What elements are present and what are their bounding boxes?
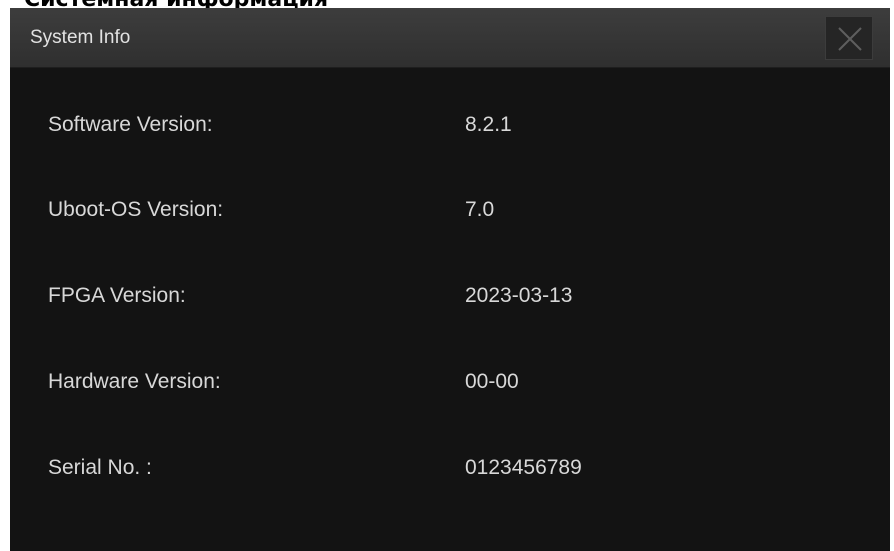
- uboot-os-version-value: 7.0: [465, 198, 495, 221]
- system-info-dialog: System Info Software Version: 8.2.1 Uboo…: [10, 8, 890, 551]
- serial-number-value: 0123456789: [465, 456, 582, 479]
- hardware-version-label: Hardware Version:: [48, 370, 221, 393]
- hardware-version-row: Hardware Version: 00-00: [10, 362, 890, 402]
- hardware-version-value: 00-00: [465, 370, 519, 393]
- uboot-os-version-row: Uboot-OS Version: 7.0: [10, 190, 890, 230]
- fpga-version-row: FPGA Version: 2023-03-13: [10, 276, 890, 316]
- software-version-value: 8.2.1: [465, 113, 512, 136]
- page: Системная информация System Info Softwar…: [0, 0, 894, 551]
- fpga-version-value: 2023-03-13: [465, 284, 573, 307]
- close-button[interactable]: [825, 16, 873, 60]
- serial-number-label: Serial No. :: [48, 456, 152, 479]
- dialog-titlebar: System Info: [10, 8, 890, 68]
- close-icon: [838, 27, 862, 51]
- software-version-row: Software Version: 8.2.1: [10, 105, 890, 145]
- software-version-label: Software Version:: [48, 113, 213, 136]
- dialog-title: System Info: [30, 27, 131, 48]
- serial-number-row: Serial No. : 0123456789: [10, 448, 890, 488]
- uboot-os-version-label: Uboot-OS Version:: [48, 198, 224, 221]
- fpga-version-label: FPGA Version:: [48, 284, 186, 307]
